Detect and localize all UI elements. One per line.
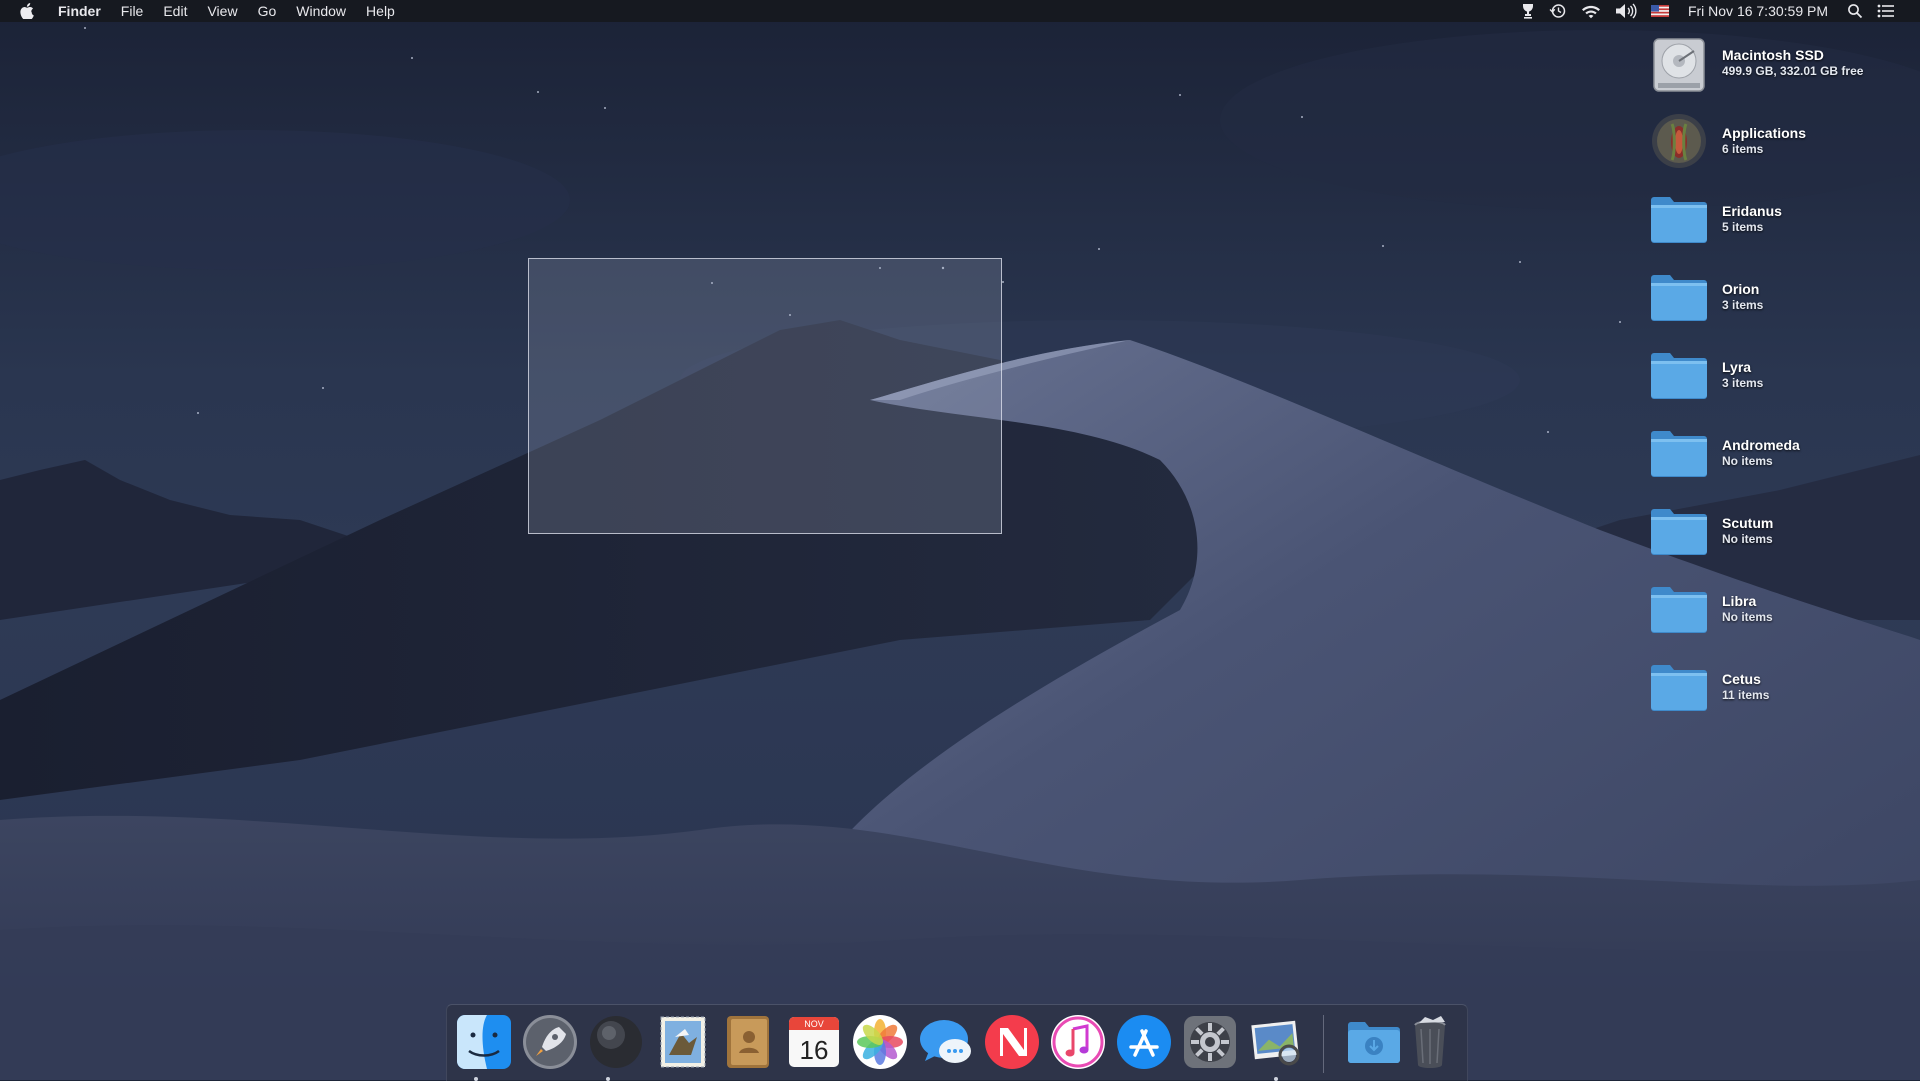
preview-photos-icon bbox=[1251, 1020, 1300, 1066]
us-flag-icon[interactable] bbox=[1644, 0, 1676, 22]
desktop-item-andromeda[interactable]: Andromeda No items bbox=[1648, 420, 1910, 486]
menu-go[interactable]: Go bbox=[248, 0, 287, 22]
menu-file[interactable]: File bbox=[111, 0, 154, 22]
dock-running-indicator bbox=[474, 1077, 478, 1081]
wifi-icon[interactable] bbox=[1574, 0, 1608, 22]
dock-dark-sky[interactable] bbox=[587, 1013, 645, 1071]
trash-icon bbox=[1414, 1016, 1446, 1068]
calendar-icon: NOV 16 bbox=[789, 1017, 839, 1067]
desktop-item-macintosh-ssd[interactable]: Macintosh SSD 499.9 GB, 332.01 GB free bbox=[1648, 30, 1910, 96]
menu-app-finder[interactable]: Finder bbox=[54, 0, 111, 22]
app-store-icon bbox=[1117, 1015, 1171, 1069]
desktop-item-info: 5 items bbox=[1722, 220, 1764, 234]
desktop-item-name: Cetus bbox=[1722, 671, 1761, 687]
desktop-item-eridanus[interactable]: Eridanus 5 items bbox=[1648, 186, 1910, 252]
folder-icon bbox=[1648, 344, 1710, 406]
mail-stamp-icon bbox=[660, 1016, 706, 1068]
dock-preview[interactable] bbox=[1247, 1013, 1305, 1071]
apple-menu-icon[interactable] bbox=[16, 0, 38, 22]
dock-mail[interactable] bbox=[653, 1013, 711, 1071]
dark-globe-icon bbox=[590, 1016, 642, 1068]
spotlight-search-icon[interactable] bbox=[1840, 0, 1870, 22]
desktop-item-info: 6 items bbox=[1722, 142, 1764, 156]
folder-icon bbox=[1648, 266, 1710, 328]
menubar-clock[interactable]: Fri Nov 16 7:30:59 PM bbox=[1676, 0, 1840, 22]
dock-trash[interactable] bbox=[1401, 1013, 1459, 1071]
finder-icon bbox=[457, 1015, 511, 1069]
volume-icon[interactable] bbox=[1608, 0, 1644, 22]
desktop-item-orion[interactable]: Orion 3 items bbox=[1648, 264, 1910, 330]
menu-edit[interactable]: Edit bbox=[153, 0, 197, 22]
desktop-item-name: Andromeda bbox=[1722, 437, 1800, 453]
dock-calendar[interactable]: NOV 16 bbox=[785, 1013, 843, 1071]
calendar-month-label: NOV bbox=[804, 1019, 824, 1029]
desktop-item-applications[interactable]: Applications 6 items bbox=[1648, 108, 1910, 174]
desktop-item-info: No items bbox=[1722, 532, 1773, 546]
menu-help[interactable]: Help bbox=[356, 0, 405, 22]
selection-rectangle bbox=[528, 258, 1002, 534]
desktop-item-libra[interactable]: Libra No items bbox=[1648, 576, 1910, 642]
folder-icon bbox=[1648, 188, 1710, 250]
dock-news[interactable] bbox=[983, 1013, 1041, 1071]
news-icon bbox=[985, 1015, 1039, 1069]
desktop-item-info: 11 items bbox=[1722, 688, 1770, 702]
downloads-folder-icon bbox=[1348, 1022, 1400, 1063]
dock-system-preferences[interactable] bbox=[1181, 1013, 1239, 1071]
dock-contacts[interactable] bbox=[719, 1013, 777, 1071]
launchpad-rocket-icon bbox=[523, 1015, 577, 1069]
menu-window[interactable]: Window bbox=[286, 0, 356, 22]
notification-center-icon[interactable] bbox=[1870, 0, 1902, 22]
messages-bubble-icon bbox=[920, 1020, 971, 1063]
folder-icon bbox=[1648, 500, 1710, 562]
desktop-item-info: 3 items bbox=[1722, 376, 1764, 390]
desktop-wallpaper bbox=[0, 0, 1920, 1080]
desktop-item-name: Lyra bbox=[1722, 359, 1752, 375]
dock-messages[interactable] bbox=[917, 1013, 975, 1071]
dock-separator bbox=[1323, 1015, 1324, 1073]
desktop-item-cetus[interactable]: Cetus 11 items bbox=[1648, 654, 1910, 720]
trophy-icon[interactable] bbox=[1514, 0, 1542, 22]
calendar-day-label: 16 bbox=[800, 1035, 829, 1065]
desktop-item-name: Orion bbox=[1722, 281, 1760, 297]
hard-drive-icon bbox=[1648, 32, 1710, 94]
dock-itunes[interactable] bbox=[1049, 1013, 1107, 1071]
folder-icon bbox=[1648, 422, 1710, 484]
desktop-item-scutum[interactable]: Scutum No items bbox=[1648, 498, 1910, 564]
desktop-item-info: 3 items bbox=[1722, 298, 1764, 312]
desktop-item-name: Applications bbox=[1722, 125, 1807, 141]
folder-icon bbox=[1648, 578, 1710, 640]
dock-finder[interactable] bbox=[455, 1013, 513, 1071]
contacts-book-icon bbox=[727, 1016, 769, 1068]
menu-bar: Finder File Edit View Go Window Help Fri… bbox=[0, 0, 1920, 22]
itunes-note-icon bbox=[1051, 1015, 1105, 1069]
desktop-item-name: Eridanus bbox=[1722, 203, 1782, 219]
desktop-item-info: No items bbox=[1722, 610, 1773, 624]
applications-icon bbox=[1648, 110, 1710, 172]
folder-icon bbox=[1648, 656, 1710, 718]
desktop-item-name: Macintosh SSD bbox=[1722, 47, 1824, 63]
gear-icon bbox=[1184, 1016, 1236, 1068]
dock-app-store[interactable] bbox=[1115, 1013, 1173, 1071]
desktop-item-lyra[interactable]: Lyra 3 items bbox=[1648, 342, 1910, 408]
dock-running-indicator bbox=[1274, 1077, 1278, 1081]
desktop-item-name: Libra bbox=[1722, 593, 1757, 609]
desktop-item-name: Scutum bbox=[1722, 515, 1774, 531]
menu-view[interactable]: View bbox=[197, 0, 247, 22]
dock-running-indicator bbox=[606, 1077, 610, 1081]
desktop-item-info: No items bbox=[1722, 454, 1773, 468]
time-machine-icon[interactable] bbox=[1542, 0, 1574, 22]
dock-photos[interactable] bbox=[851, 1013, 909, 1071]
dock-downloads-stack[interactable] bbox=[1345, 1013, 1403, 1071]
dock-launchpad[interactable] bbox=[521, 1013, 579, 1071]
desktop-item-info: 499.9 GB, 332.01 GB free bbox=[1722, 64, 1864, 78]
photos-flower-icon bbox=[853, 1015, 907, 1069]
dock: NOV 16 bbox=[446, 1004, 1468, 1081]
